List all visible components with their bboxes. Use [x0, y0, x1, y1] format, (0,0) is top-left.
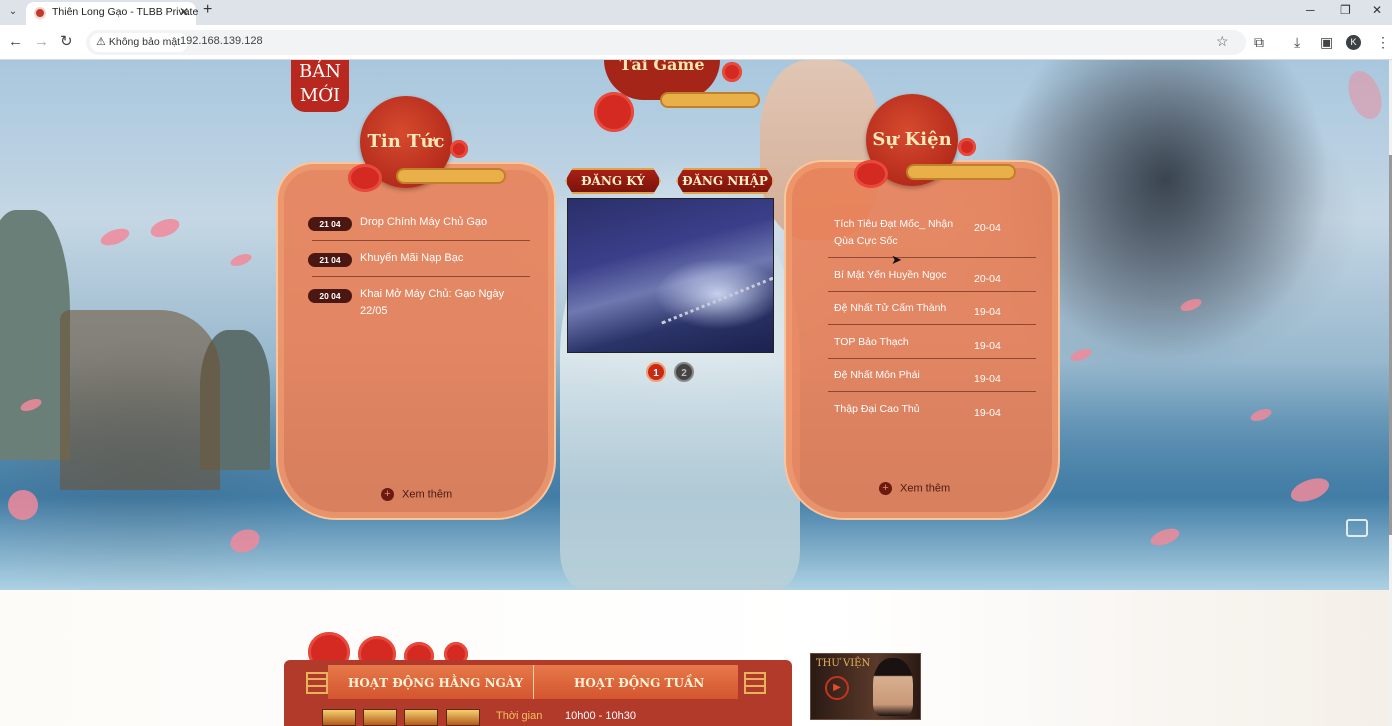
register-label: ĐĂNG KÝ — [581, 174, 645, 188]
tab-close-icon[interactable]: ✕ — [179, 5, 189, 19]
slider-media[interactable] — [567, 198, 774, 353]
login-label: ĐĂNG NHẬP — [682, 174, 768, 188]
profile-avatar[interactable]: K — [1346, 35, 1361, 50]
security-chip[interactable]: ⚠ Không bảo mật — [90, 33, 189, 52]
menu-kebab-icon[interactable]: ⋮ — [1376, 33, 1390, 51]
url-text[interactable]: 192.168.139.128 — [180, 35, 263, 47]
bookmark-star-icon[interactable]: ☆ — [1216, 33, 1229, 50]
divider — [312, 276, 530, 277]
divider — [828, 291, 1036, 292]
tab-search-icon[interactable]: ⌄ — [4, 4, 22, 20]
window-close-icon[interactable]: ✕ — [1372, 3, 1382, 17]
new-tab-icon[interactable]: + — [203, 1, 212, 19]
events-more-link[interactable]: + Xem thêm — [879, 482, 950, 495]
chain-artwork — [661, 276, 773, 328]
event-date: 19-04 — [974, 306, 1001, 318]
event-title[interactable]: Tích Tiêu Đạt Mốc_ Nhận Qùa Cực Sốc — [834, 216, 964, 250]
library-card[interactable]: THƯ VIỆN ▶ — [810, 653, 921, 720]
register-button[interactable]: ĐĂNG KÝ — [565, 168, 661, 194]
library-label: THƯ VIỆN — [816, 658, 871, 669]
activity-icon[interactable] — [404, 709, 438, 726]
side-panel-icon[interactable]: ▣ — [1320, 33, 1333, 51]
event-title[interactable]: Đệ Nhất Tử Cấm Thành — [834, 300, 964, 317]
flower-decoration — [594, 92, 634, 132]
tab-title: Thiên Long Gạo - TLBB Private — [52, 6, 199, 18]
flower-decoration — [854, 160, 888, 188]
flower-decoration — [958, 138, 976, 156]
cloud-decoration — [906, 164, 1016, 180]
mouse-cursor-icon: ➤ — [891, 252, 902, 267]
event-date: 19-04 — [974, 407, 1001, 419]
plus-icon: + — [381, 488, 394, 501]
news-date: 20 04 — [308, 289, 352, 303]
time-label: Thời gian — [496, 710, 543, 722]
login-button[interactable]: ĐĂNG NHẬP — [676, 168, 774, 194]
new-version-line-2: MỚI — [299, 85, 341, 106]
lattice-decoration — [744, 672, 766, 694]
news-title[interactable]: Drop Chính Máy Chủ Gạo — [360, 214, 532, 231]
reload-icon[interactable]: ↻ — [60, 33, 73, 51]
ship-artwork — [60, 310, 220, 490]
news-more-link[interactable]: + Xem thêm — [381, 488, 452, 501]
news-more-label: Xem thêm — [402, 488, 453, 501]
news-title[interactable]: Khuyến Mãi Nạp Bạc — [360, 250, 532, 267]
activity-icon[interactable] — [322, 709, 356, 726]
slider-page-1[interactable]: 1 — [646, 362, 666, 382]
divider — [828, 391, 1036, 392]
slider-page-2[interactable]: 2 — [674, 362, 694, 382]
lattice-decoration — [306, 672, 328, 694]
restore-icon[interactable]: ❐ — [1340, 3, 1351, 17]
flower-decoration — [348, 164, 382, 192]
browser-tab[interactable]: Thiên Long Gạo - TLBB Private ✕ — [26, 2, 199, 25]
event-title[interactable]: Bí Mật Yến Huyền Ngọc — [834, 267, 964, 284]
plus-icon: + — [879, 482, 892, 495]
event-title[interactable]: Đệ Nhất Môn Phái — [834, 367, 964, 384]
time-value: 10h00 - 10h30 — [565, 710, 636, 722]
event-date: 19-04 — [974, 340, 1001, 352]
event-title[interactable]: TOP Bảo Thạch — [834, 334, 964, 351]
security-label: Không bảo mật — [108, 36, 181, 48]
expand-icon[interactable] — [1346, 519, 1368, 537]
divider — [828, 358, 1036, 359]
event-title[interactable]: Thập Đại Cao Thủ — [834, 401, 964, 418]
new-version-line-1: BẢN — [299, 61, 341, 82]
character-portrait — [873, 658, 913, 716]
download-icon[interactable]: ⤓ — [1294, 33, 1300, 51]
flower-decoration — [450, 140, 468, 158]
cloud-decoration — [660, 92, 760, 108]
activity-icon[interactable] — [363, 709, 397, 726]
new-version-badge[interactable]: BẢN MỚI — [291, 60, 349, 112]
event-date: 19-04 — [974, 373, 1001, 385]
flower-decoration — [722, 62, 742, 82]
news-title[interactable]: Khai Mở Máy Chủ: Gạo Ngày 22/05 — [360, 286, 532, 320]
events-more-label: Xem thêm — [900, 482, 951, 495]
warning-icon: ⚠ — [96, 36, 106, 48]
news-date: 21 04 — [308, 217, 352, 231]
divider — [312, 240, 530, 241]
minimize-icon[interactable]: ─ — [1306, 3, 1315, 17]
browser-tab-bar: ⌄ Thiên Long Gạo - TLBB Private ✕ + ─ ❐ … — [0, 0, 1392, 25]
event-date: 20-04 — [974, 273, 1001, 285]
event-date: 20-04 — [974, 222, 1001, 234]
petal-decoration — [98, 225, 132, 249]
tab-daily-activities[interactable]: HOẠT ĐỘNG HẰNG NGÀY — [348, 676, 523, 690]
forward-icon[interactable]: → — [34, 33, 49, 51]
divider — [828, 257, 1036, 258]
cloud-decoration — [396, 168, 506, 184]
browser-toolbar: ← → ↻ ⚠ Không bảo mật 192.168.139.128 ☆ ⧉… — [0, 25, 1392, 60]
play-icon[interactable]: ▶ — [825, 676, 849, 700]
back-icon[interactable]: ← — [8, 33, 23, 51]
download-game-label: Tải Game — [619, 60, 705, 74]
address-bar[interactable]: ⚠ Không bảo mật 192.168.139.128 ☆ — [86, 30, 1246, 55]
extensions-icon[interactable]: ⧉ — [1254, 33, 1264, 51]
petal-decoration — [148, 215, 182, 241]
activity-icon[interactable] — [446, 709, 480, 726]
divider — [828, 324, 1036, 325]
petal-decoration — [1342, 66, 1388, 124]
petal-decoration — [228, 251, 254, 269]
tab-weekly-activities[interactable]: HOẠT ĐỘNG TUẦN — [574, 676, 704, 690]
divider — [533, 665, 534, 699]
news-date: 21 04 — [308, 253, 352, 267]
site-favicon-icon — [34, 7, 46, 19]
